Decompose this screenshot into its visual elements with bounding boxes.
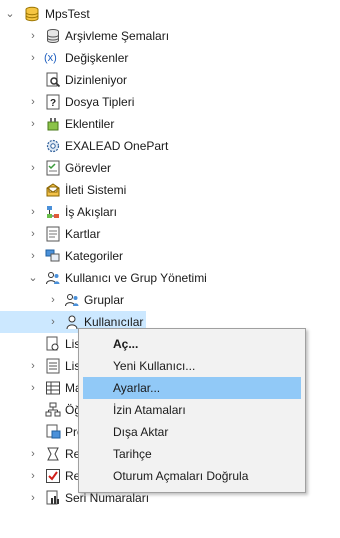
chevron-down-icon[interactable]: ⌄ — [27, 267, 39, 289]
chevron-right-icon[interactable]: › — [27, 91, 39, 113]
group-icon — [65, 294, 79, 307]
gear-icon — [46, 139, 60, 153]
plugin-icon — [47, 118, 59, 131]
tree-item-label: İş Akışları — [65, 205, 118, 219]
tree-item-degiskenler[interactable]: › (x) Değişkenler — [0, 47, 320, 69]
serial-numbers-icon — [46, 490, 59, 505]
tree-item-exalead-onepart[interactable]: EXALEAD OnePart — [0, 135, 320, 157]
tree-item-eklentiler[interactable]: › Eklentiler — [0, 113, 320, 135]
menu-item-permission-assignments[interactable]: İzin Atamaları — [83, 399, 301, 421]
chevron-right-icon[interactable]: › — [47, 289, 59, 311]
database-icon — [25, 6, 39, 22]
menu-item-label: Oturum Açmaları Doğrula — [113, 469, 249, 483]
tree-item-label: Gruplar — [84, 293, 125, 307]
chevron-right-icon[interactable]: › — [27, 223, 39, 245]
chevron-right-icon[interactable]: › — [27, 47, 39, 69]
chevron-right-icon[interactable]: › — [27, 355, 39, 377]
menu-item-export[interactable]: Dışa Aktar — [83, 421, 301, 443]
chevron-right-icon[interactable]: › — [27, 465, 39, 487]
mail-icon — [46, 183, 60, 197]
red-check-icon — [46, 469, 60, 483]
tree-item-kategoriler[interactable]: › Kategoriler — [0, 245, 320, 267]
tree-items-icon — [45, 402, 61, 417]
chevron-right-icon[interactable]: › — [27, 113, 39, 135]
menu-item-open[interactable]: Aç... — [83, 333, 301, 355]
menu-item-verify-logins[interactable]: Oturum Açmaları Doğrula — [83, 465, 301, 487]
category-icon — [45, 249, 60, 262]
user-group-icon — [46, 272, 60, 285]
chevron-right-icon[interactable]: › — [27, 201, 39, 223]
workflow-icon — [47, 206, 59, 218]
list-icon — [46, 358, 60, 374]
tree-item-label: Kullanıcı ve Grup Yönetimi — [65, 271, 207, 285]
revision-icon — [47, 447, 59, 461]
menu-item-label: Yeni Kullanıcı... — [113, 359, 196, 373]
chevron-right-icon[interactable]: › — [27, 25, 39, 47]
tree-item-label: Kartlar — [65, 227, 101, 241]
tree-item-dizinleniyor[interactable]: Dizinleniyor — [0, 69, 320, 91]
tree-item-label: Değişkenler — [65, 51, 129, 65]
tree-item-label: Dizinleniyor — [65, 73, 128, 87]
svg-text:?: ? — [50, 98, 56, 109]
tree-item-dosya-tipleri[interactable]: › ? Dosya Tipleri — [0, 91, 320, 113]
tree-item-is-akislari[interactable]: › İş Akışları — [0, 201, 320, 223]
chevron-right-icon[interactable]: › — [27, 157, 39, 179]
tree-item-label: Görevler — [65, 161, 112, 175]
menu-item-label: Tarihçe — [113, 447, 152, 461]
archive-schema-icon — [47, 29, 59, 43]
tree-item-label: EXALEAD OnePart — [65, 139, 169, 153]
menu-item-label: Ayarlar... — [113, 381, 161, 395]
menu-item-settings[interactable]: Ayarlar... — [83, 377, 301, 399]
list-doc-icon — [46, 336, 59, 351]
doc-blue-icon — [46, 424, 61, 439]
chevron-right-icon[interactable]: › — [27, 377, 39, 399]
table-icon — [46, 381, 60, 395]
file-type-icon: ? — [46, 94, 60, 110]
tree-item-label: Eklentiler — [65, 117, 115, 131]
chevron-right-icon[interactable]: › — [27, 443, 39, 465]
context-menu: Aç... Yeni Kullanıcı... Ayarlar... İzin … — [78, 328, 306, 493]
card-icon — [46, 226, 60, 242]
index-search-icon — [46, 72, 61, 88]
chevron-right-icon[interactable]: › — [27, 487, 39, 509]
tree-item-gruplar[interactable]: › Gruplar — [0, 289, 320, 311]
tree-item-label: İleti Sistemi — [65, 183, 127, 197]
tree-item-arsivleme-semalari[interactable]: › Arşivleme Şemaları — [0, 25, 320, 47]
tree-item-label: Dosya Tipleri — [65, 95, 135, 109]
variable-icon: (x) — [44, 52, 57, 64]
chevron-right-icon[interactable]: › — [27, 245, 39, 267]
chevron-right-icon[interactable]: › — [47, 311, 59, 333]
menu-item-label: Aç... — [113, 337, 139, 351]
tree-item-label: Arşivleme Şemaları — [65, 29, 170, 43]
menu-item-label: İzin Atamaları — [113, 403, 186, 417]
task-list-icon — [46, 160, 60, 176]
tree-item-ileti-sistemi[interactable]: İleti Sistemi — [0, 179, 320, 201]
tree-item-kartlar[interactable]: › Kartlar — [0, 223, 320, 245]
menu-item-new-user[interactable]: Yeni Kullanıcı... — [83, 355, 301, 377]
tree-item-label: MpsTest — [45, 7, 90, 21]
menu-item-label: Dışa Aktar — [113, 425, 169, 439]
tree-item-gorevler[interactable]: › Görevler — [0, 157, 320, 179]
menu-item-history[interactable]: Tarihçe — [83, 443, 301, 465]
tree-item-mpstest[interactable]: ⌄ MpsTest — [0, 3, 320, 25]
tree-item-label: Kategoriler — [65, 249, 124, 263]
chevron-down-icon[interactable]: ⌄ — [4, 3, 16, 25]
tree-item-kullanici-ve-grup-yonetimi[interactable]: ⌄ Kullanıcı ve Grup Yönetimi — [0, 267, 320, 289]
